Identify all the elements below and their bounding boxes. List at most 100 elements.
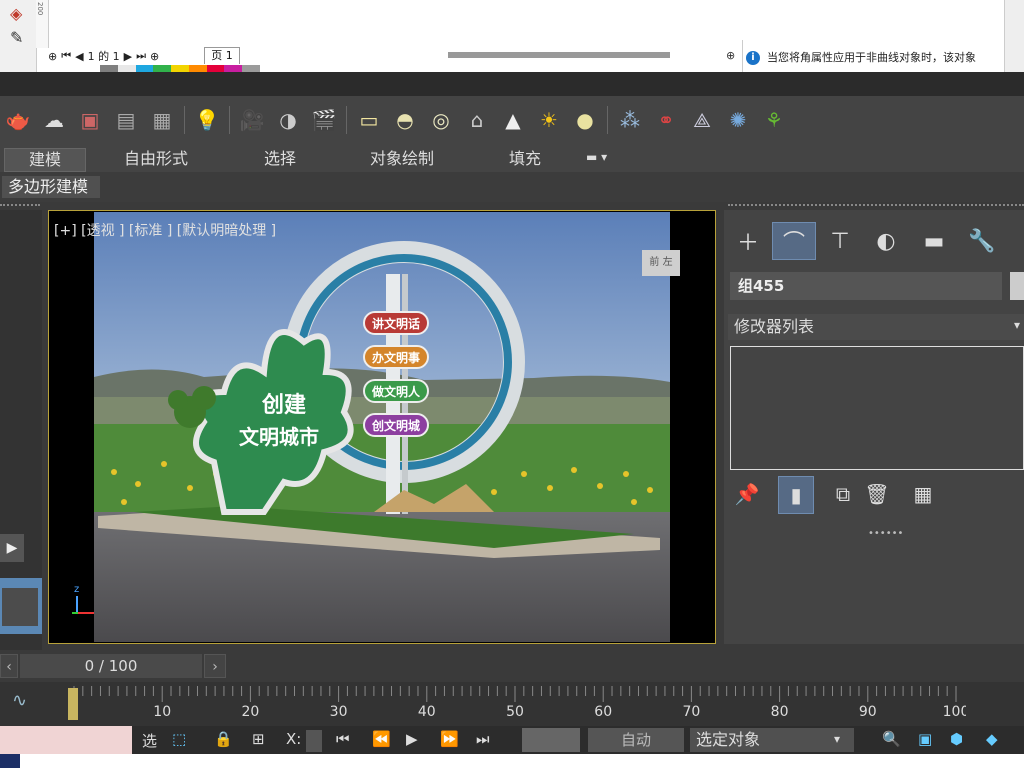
motion-icon[interactable]: ◐ (864, 222, 908, 260)
absolute-mode-icon[interactable]: ⊞ (252, 730, 265, 748)
panel-grip-dots[interactable]: •••••• (868, 528, 903, 539)
palette-swatch[interactable] (224, 65, 243, 72)
display-icon[interactable]: ▬ (912, 222, 956, 260)
x-coordinate-field[interactable] (306, 730, 322, 752)
field-of-view-icon[interactable]: ◆ (986, 730, 998, 748)
lock-icon[interactable]: 🔒 (214, 730, 233, 748)
configure-sets-icon[interactable]: ▦ (906, 476, 940, 512)
mesh-icon[interactable]: ⟁ (684, 102, 720, 138)
molecule-icon[interactable]: ⚭ (648, 102, 684, 138)
color-palette[interactable] (100, 65, 261, 72)
remove-modifier-trash-icon[interactable]: 🗑 (860, 476, 894, 512)
add-page-end-icon[interactable]: ⊕ (150, 50, 159, 63)
modifier-list-dropdown[interactable]: 修改器列表 (728, 314, 1024, 340)
time-prev-icon[interactable]: ‹ (0, 654, 18, 678)
grass-icon[interactable]: ⚘ (756, 102, 792, 138)
palette-swatch[interactable] (117, 65, 136, 72)
show-end-result-icon[interactable]: ▮ (778, 476, 814, 514)
list-icon[interactable]: ▤ (108, 102, 144, 138)
polygon-modeling-button[interactable]: 多边形建模 (2, 176, 100, 198)
tab-object-paint[interactable]: 对象绘制 (356, 148, 448, 170)
make-unique-icon[interactable]: ⧉ (826, 476, 860, 512)
light-bulb-icon[interactable]: 💡 (189, 102, 225, 138)
go-to-start-icon[interactable]: ⏮ (336, 730, 350, 748)
hierarchy-icon[interactable]: ⊤ (818, 222, 862, 260)
tab-modeling[interactable]: 建模 (4, 148, 86, 172)
palette-swatch[interactable] (206, 65, 225, 72)
prev-frame-icon[interactable]: ⏪ (372, 730, 391, 748)
add-page-icon[interactable]: ⊕ (48, 50, 57, 63)
outline-tool-icon[interactable]: ✎ (10, 28, 23, 47)
selection-lock-icon[interactable]: ⬚ (172, 730, 186, 748)
palette-swatch[interactable] (135, 65, 154, 72)
sphere-light-icon[interactable]: ● (567, 102, 603, 138)
timeline-ruler[interactable]: 0102030405060708090100 (66, 684, 966, 724)
prev-page-icon[interactable]: ◀ (75, 50, 83, 63)
palette-swatch[interactable] (188, 65, 207, 72)
tab-populate[interactable]: 填充 (490, 148, 560, 170)
ies-light-icon[interactable]: ⌂ (459, 102, 495, 138)
auto-key-button[interactable]: 自动 (588, 728, 684, 752)
last-page-icon[interactable]: ⏭ (136, 49, 146, 63)
time-slider[interactable]: 0 / 100 (20, 654, 202, 678)
separator (607, 106, 608, 134)
sign-text-2: 办文明事 (372, 350, 420, 365)
pin-stack-icon[interactable]: 📌 (730, 476, 764, 512)
disc-light-icon[interactable]: ◎ (423, 102, 459, 138)
palette-swatch[interactable] (171, 65, 189, 72)
video-camera-icon[interactable]: 🎬 (306, 102, 342, 138)
table-icon[interactable]: ▦ (144, 102, 180, 138)
palette-swatch[interactable] (153, 65, 172, 72)
object-name-field[interactable]: 组455 (730, 272, 1002, 300)
camera-icon[interactable]: 🎥 (234, 102, 270, 138)
time-next-icon[interactable]: › (204, 654, 226, 678)
next-page-icon[interactable]: ▶ (124, 50, 132, 63)
next-frame-icon[interactable]: ⏩ (440, 730, 459, 748)
cloud-icon[interactable]: ☁ (36, 102, 72, 138)
tab-selection[interactable]: 选择 (244, 148, 316, 170)
scrollbar-vertical[interactable] (1004, 0, 1024, 72)
particle-icon[interactable]: ⁂ (612, 102, 648, 138)
render-frame-icon[interactable]: ▣ (72, 102, 108, 138)
zoom-extents-icon[interactable]: ▣ (918, 730, 932, 748)
gear-sphere-icon[interactable]: ✺ (720, 102, 756, 138)
selection-set-dropdown[interactable]: 选定对象 (690, 728, 854, 752)
modifier-stack[interactable] (730, 346, 1024, 470)
create-plus-icon[interactable]: ＋ (726, 222, 770, 260)
viewcube[interactable]: 前 左 (642, 250, 680, 276)
ribbon-options-icon[interactable]: ▬ ▾ (586, 150, 626, 168)
plane-light-icon[interactable]: ▭ (351, 102, 387, 138)
set-key-button[interactable] (522, 728, 580, 752)
utilities-wrench-icon[interactable]: 🔧 (960, 222, 1004, 260)
viewport-label[interactable]: [+] [透视 ] [标准 ] [默认明暗处理 ] (54, 220, 276, 240)
expand-arrow-icon[interactable]: ▶ (0, 534, 24, 562)
fill-tool-icon[interactable]: ◈ (10, 4, 22, 23)
palette-swatch[interactable] (242, 65, 261, 72)
left-swatch-inner[interactable] (2, 588, 38, 626)
first-page-icon[interactable]: ⏮ (61, 49, 71, 63)
page-tab[interactable]: 页 1 (204, 47, 240, 64)
zoom-icon[interactable]: ⊕ (726, 49, 735, 62)
vertical-ruler: 200 (36, 0, 49, 48)
horizontal-scrollbar[interactable] (448, 52, 670, 58)
zoom-all-icon[interactable]: ⬢ (950, 730, 963, 748)
object-color-swatch[interactable] (1010, 272, 1024, 300)
x-coordinate-label: X: (286, 730, 302, 748)
tab-freeform[interactable]: 自由形式 (108, 148, 204, 170)
teapot-icon[interactable]: 🫖 (0, 102, 36, 138)
dome-light-icon[interactable]: ◓ (387, 102, 423, 138)
spot-light-icon[interactable]: ▲ (495, 102, 531, 138)
material-icon[interactable]: ◑ (270, 102, 306, 138)
palette-swatch[interactable] (100, 65, 118, 72)
maxscript-listener[interactable] (0, 726, 132, 754)
chevron-down-icon[interactable]: ▾ (834, 732, 840, 746)
zoom-icon[interactable]: 🔍 (882, 730, 901, 748)
chevron-down-icon[interactable]: ▾ (1014, 318, 1020, 332)
menu-band (0, 72, 1024, 96)
modify-icon[interactable]: ⌒ (772, 222, 816, 260)
playhead[interactable] (68, 688, 78, 720)
go-to-end-icon[interactable]: ⏭ (476, 730, 490, 748)
play-icon[interactable]: ▶ (406, 730, 418, 748)
curve-editor-icon[interactable]: ∿ (12, 690, 27, 711)
sun-icon[interactable]: ☀ (531, 102, 567, 138)
